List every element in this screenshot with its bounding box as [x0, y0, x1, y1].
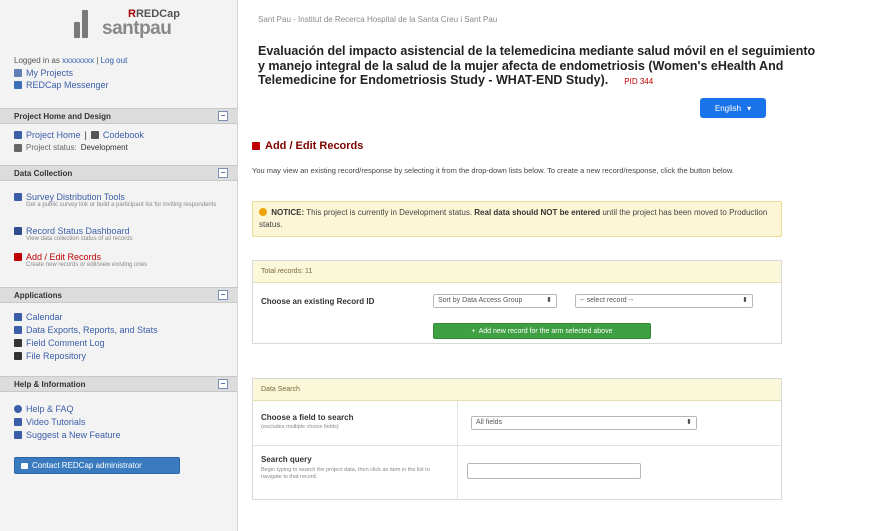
record-icon — [252, 142, 260, 150]
project-status-value: Development — [80, 143, 128, 152]
search-query-input[interactable] — [467, 463, 641, 479]
data-exports-link[interactable]: Data Exports, Reports, and Stats — [14, 325, 158, 335]
login-label: Logged in as — [14, 56, 60, 65]
record-count-header: Total records: 11 — [253, 261, 781, 283]
collapse-icon[interactable]: − — [218, 379, 228, 389]
select-arrows-icon: ⬍ — [686, 419, 692, 426]
collapse-icon[interactable]: − — [218, 111, 228, 121]
data-search-panel: Data Search Choose a field to search (ex… — [252, 378, 782, 500]
envelope-icon — [21, 462, 28, 469]
collapse-icon[interactable]: − — [218, 290, 228, 300]
logout-link[interactable]: Log out — [101, 56, 128, 65]
search-query-sublabel: Begin typing to search the project data,… — [261, 467, 430, 480]
suggest-feature-link[interactable]: Suggest a New Feature — [14, 430, 121, 440]
choose-record-label: Choose an existing Record ID — [261, 297, 375, 306]
row-divider — [253, 445, 781, 446]
login-info: Logged in as xxxxxxxx | Log out — [14, 56, 128, 65]
section-project-home: Project Home and Design − — [0, 108, 238, 124]
codebook-icon — [90, 131, 99, 139]
section-applications: Applications − — [0, 287, 238, 303]
add-new-record-button[interactable]: + Add new record for the arm selected ab… — [433, 323, 651, 339]
logo-mark-icon — [74, 10, 94, 38]
projects-list-icon — [14, 69, 22, 77]
add-edit-records-link[interactable]: Add / Edit Records Create new records or… — [14, 252, 224, 269]
username: xxxxxxxx — [62, 56, 95, 65]
project-home-row: Project Home | Codebook — [14, 130, 144, 140]
survey-icon — [14, 193, 22, 201]
codebook-link[interactable]: Codebook — [103, 130, 144, 140]
field-comment-log-link[interactable]: Field Comment Log — [14, 338, 105, 348]
project-id: PID 344 — [624, 77, 654, 86]
dashboard-icon — [14, 227, 22, 235]
search-field-label: Choose a field to search — [261, 413, 354, 422]
record-select[interactable]: -- select record -- ⬍ — [575, 294, 753, 308]
calendar-link[interactable]: Calendar — [14, 312, 63, 322]
export-icon — [14, 326, 22, 334]
select-arrows-icon: ⬍ — [546, 297, 552, 304]
section-data-collection: Data Collection − — [0, 165, 238, 181]
data-search-header: Data Search — [253, 379, 781, 401]
project-title: Evaluación del impacto asistencial de la… — [258, 44, 816, 87]
caret-down-icon: ▾ — [747, 103, 752, 113]
section-help: Help & Information − — [0, 376, 238, 392]
help-icon — [14, 405, 22, 413]
comment-icon — [14, 339, 22, 347]
messenger-icon — [14, 81, 22, 89]
choose-record-panel: Total records: 11 Choose an existing Rec… — [252, 260, 782, 344]
help-faq-link[interactable]: Help & FAQ — [14, 404, 74, 414]
folder-icon — [14, 352, 22, 360]
project-status-row: Project status: Development — [14, 143, 128, 152]
record-icon — [14, 253, 22, 261]
app-window: RREDCap santpau Logged in as xxxxxxxx | … — [0, 0, 877, 531]
file-repository-link[interactable]: File Repository — [14, 351, 86, 361]
redcap-messenger-link[interactable]: REDCap Messenger — [14, 80, 109, 90]
development-notice: NOTICE: This project is currently in Dev… — [252, 201, 782, 237]
language-dropdown-button[interactable]: English ▾ — [700, 98, 766, 118]
redcap-santpau-logo[interactable]: RREDCap santpau — [60, 6, 190, 42]
project-home-link[interactable]: Project Home — [26, 130, 81, 140]
suggestion-icon — [14, 431, 22, 439]
search-field-sublabel: (excludes multiple choice fields) — [261, 424, 339, 430]
warning-icon — [259, 208, 267, 216]
status-icon — [14, 143, 22, 152]
page-section-title: Add / Edit Records — [252, 140, 363, 152]
plus-icon: + — [471, 327, 476, 335]
home-icon — [14, 131, 22, 139]
logo-santpau-text: santpau — [102, 18, 172, 39]
my-projects-link[interactable]: My Projects — [14, 68, 73, 78]
breadcrumb: Sant Pau - Institut de Recerca Hospital … — [258, 15, 498, 24]
contact-admin-button[interactable]: Contact REDCap administrator — [14, 457, 180, 474]
select-arrows-icon: ⬍ — [742, 297, 748, 304]
main-content: Sant Pau - Institut de Recerca Hospital … — [238, 0, 877, 531]
survey-distribution-tools[interactable]: Survey Distribution Tools Get a public s… — [14, 192, 224, 209]
collapse-icon[interactable]: − — [218, 168, 228, 178]
column-divider — [457, 401, 458, 499]
dag-sort-select[interactable]: Sort by Data Access Group ⬍ — [433, 294, 557, 308]
search-query-label: Search query — [261, 455, 312, 464]
calendar-icon — [14, 313, 22, 321]
video-icon — [14, 418, 22, 426]
instructions: You may view an existing record/response… — [252, 166, 734, 175]
video-tutorials-link[interactable]: Video Tutorials — [14, 417, 85, 427]
search-field-select[interactable]: All fields ⬍ — [471, 416, 697, 430]
record-status-dashboard[interactable]: Record Status Dashboard View data collec… — [14, 226, 224, 243]
sidebar: RREDCap santpau Logged in as xxxxxxxx | … — [0, 0, 238, 531]
